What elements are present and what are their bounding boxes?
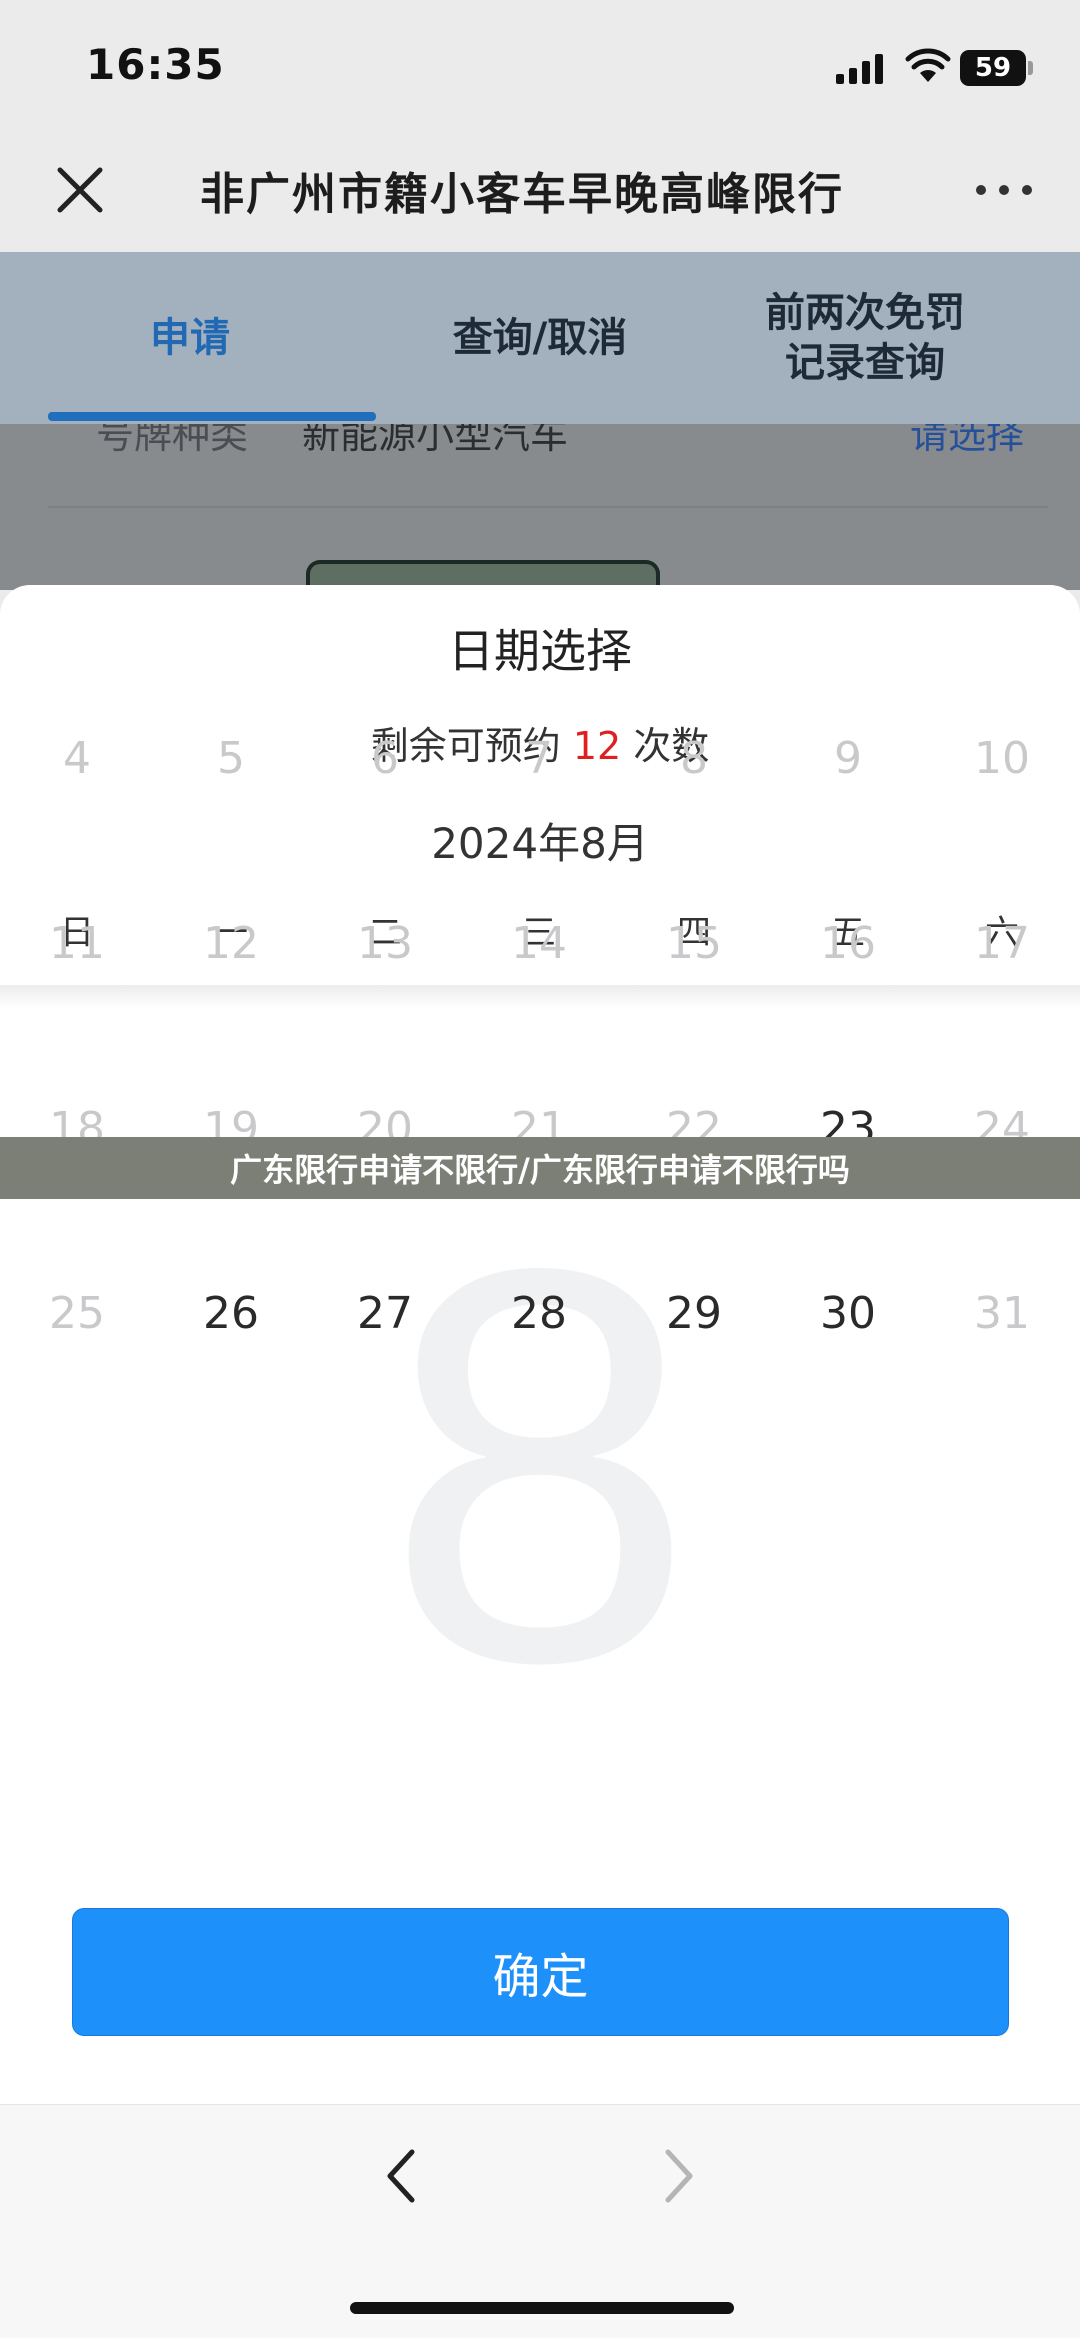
calendar-day-15: 15 <box>666 918 722 969</box>
battery-level: 59 <box>974 53 1012 83</box>
confirm-button[interactable]: 确定 <box>72 1908 1009 2036</box>
calendar-day-25: 25 <box>49 1288 105 1339</box>
calendar-day-10: 10 <box>974 733 1030 784</box>
wifi-icon <box>905 48 951 82</box>
plate-type-select-link: 请选择 <box>910 424 1025 457</box>
calendar-day-13: 13 <box>357 918 413 969</box>
calendar-day-9: 9 <box>834 733 862 784</box>
calendar-day-27[interactable]: 27 <box>308 1288 462 1339</box>
plate-type-value: 新能源小型汽车 <box>302 424 569 457</box>
status-time: 16:35 <box>86 40 225 89</box>
calendar-day-12: 12 <box>203 918 259 969</box>
calendar-day-5: 5 <box>217 733 245 784</box>
close-icon[interactable] <box>50 160 110 220</box>
more-dots-icon[interactable] <box>976 178 1032 202</box>
calendar-grid: 1234567891011121314151617181920212223242… <box>0 585 1080 1885</box>
calendar-day-17: 17 <box>974 918 1030 969</box>
caption-banner: 广东限行申请不限行/广东限行申请不限行吗 <box>0 1137 1080 1199</box>
calendar-day-29[interactable]: 29 <box>617 1288 771 1339</box>
calendar-day-14: 14 <box>511 918 567 969</box>
calendar-day-6: 6 <box>371 733 399 784</box>
tab-query-cancel[interactable]: 查询/取消 <box>380 252 700 424</box>
calendar-day-4: 4 <box>63 733 91 784</box>
tab-penalty-record[interactable]: 前两次免罚 记录查询 <box>700 252 1030 424</box>
tab-apply[interactable]: 申请 <box>0 252 380 424</box>
calendar-day-30[interactable]: 30 <box>771 1288 925 1339</box>
date-picker-sheet: 日期选择 剩余可预约 12 次数 2024年8月 日 一 二 三 四 五 六 8… <box>0 585 1080 2337</box>
chevron-left-icon[interactable] <box>380 2146 422 2206</box>
calendar-day-7: 7 <box>525 733 553 784</box>
tab-bar: 申请 查询/取消 前两次免罚 记录查询 <box>0 252 1080 424</box>
calendar-day-31: 31 <box>974 1288 1030 1339</box>
calendar-day-26[interactable]: 26 <box>154 1288 308 1339</box>
calendar-day-16: 16 <box>820 918 876 969</box>
calendar-day-8: 8 <box>680 733 708 784</box>
battery-icon: 59 <box>960 50 1026 86</box>
plate-type-label: 号牌种类 <box>96 424 249 457</box>
calendar-day-28[interactable]: 28 <box>462 1288 616 1339</box>
chevron-right-icon[interactable] <box>658 2146 700 2206</box>
battery-tip <box>1028 61 1033 75</box>
signal-icon <box>836 54 883 84</box>
page-title: 非广州市籍小客车早晚高峰限行 <box>200 169 844 220</box>
background-page: 号牌种类 新能源小型汽车 请选择 <box>0 424 1080 590</box>
divider <box>48 506 1048 508</box>
active-tab-indicator <box>48 412 376 421</box>
home-indicator <box>350 2302 734 2314</box>
calendar-day-11: 11 <box>49 918 105 969</box>
